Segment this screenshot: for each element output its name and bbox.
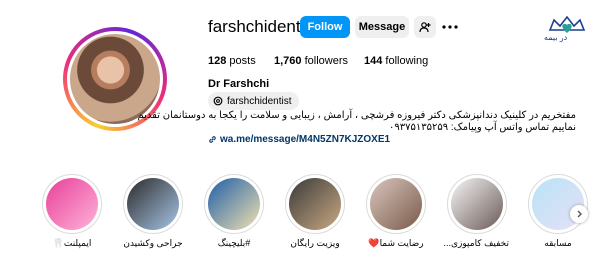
highlight-label: تخفیف کامپوزی...	[443, 238, 509, 248]
highlight-thumbnail	[204, 174, 264, 234]
story-highlight[interactable]: جراحی وکشیدن	[121, 174, 185, 249]
following-label: following	[385, 55, 429, 67]
highlight-thumbnail	[42, 174, 102, 234]
posts-count: 128	[208, 55, 227, 67]
highlight-label: رضایت شما❤️	[368, 238, 424, 248]
story-highlight[interactable]: تخفیف کامپوزی...	[443, 174, 509, 249]
threads-badge[interactable]: farshchidentist	[208, 92, 300, 110]
threads-icon	[213, 96, 223, 106]
follow-button[interactable]: Follow	[300, 16, 350, 38]
highlight-image	[451, 178, 503, 230]
profile-full-name: Dr Farshchi	[208, 78, 270, 90]
highlight-image	[208, 178, 260, 230]
threads-handle: farshchidentist	[227, 95, 292, 107]
profile-link-text: wa.me/message/M4N5ZN7KJZOXE1	[220, 134, 391, 145]
highlights-next-button[interactable]	[570, 205, 588, 223]
followers-label: followers	[304, 55, 348, 67]
story-highlight[interactable]: #بلیچینگ	[202, 174, 266, 249]
profile-link[interactable]: wa.me/message/M4N5ZN7KJZOXE1	[208, 134, 390, 145]
highlight-thumbnail	[447, 174, 507, 234]
highlight-thumbnail	[366, 174, 426, 234]
bio-line-2: نماییم تماس واتس آپ وپیامک: ۰۹۳۷۵۱۳۵۲۵۹	[389, 122, 576, 133]
highlight-image	[289, 178, 341, 230]
highlight-image	[370, 178, 422, 230]
highlight-label: #بلیچینگ	[217, 238, 251, 248]
following-stat[interactable]: 144 following	[364, 55, 428, 67]
highlight-label: مسابقه	[544, 238, 572, 248]
highlight-image	[46, 178, 98, 230]
followers-count: 1,760	[274, 55, 302, 67]
highlight-thumbnail	[123, 174, 183, 234]
posts-stat: 128 posts	[208, 55, 256, 67]
followers-stat[interactable]: 1,760 followers	[274, 55, 348, 67]
highlight-label: جراحی وکشیدن	[123, 238, 183, 248]
story-highlight[interactable]: ایمپلنت🦷	[40, 174, 104, 249]
link-icon	[209, 136, 216, 143]
brand-logo-text: در بیمه	[544, 33, 568, 42]
highlight-thumbnail	[528, 174, 588, 234]
story-highlight[interactable]: رضایت شما❤️	[364, 174, 428, 249]
story-highlight[interactable]: ویزیت رایگان	[283, 174, 347, 249]
posts-label: posts	[229, 55, 256, 67]
following-count: 144	[364, 55, 383, 67]
suggest-accounts-button[interactable]	[414, 16, 436, 38]
highlight-label: ویزیت رایگان	[290, 238, 340, 248]
add-user-icon	[419, 22, 431, 33]
message-button[interactable]: Message	[355, 16, 409, 38]
highlight-thumbnail	[285, 174, 345, 234]
more-options-button[interactable]	[440, 18, 460, 36]
chevron-right-icon	[577, 210, 582, 218]
more-options-icon	[442, 25, 458, 29]
highlight-label: ایمپلنت🦷	[52, 238, 92, 248]
bio-line-1: مفتخریم در کلینیک دندانپزشکی دکتر فیروزه…	[137, 110, 576, 121]
highlight-image	[127, 178, 179, 230]
